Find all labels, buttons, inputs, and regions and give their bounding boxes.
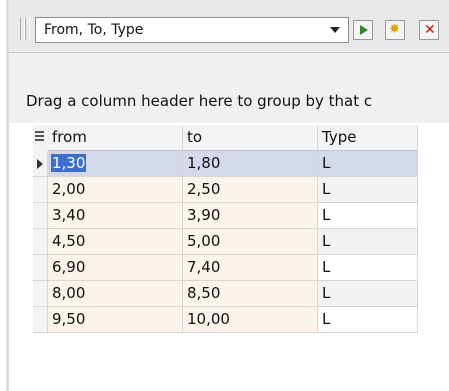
cell-to[interactable]: 8,50 bbox=[183, 281, 318, 307]
filter-combo[interactable]: From, To, Type bbox=[35, 17, 349, 43]
customize-filter-button[interactable]: ✸ bbox=[385, 20, 405, 40]
cell-value: 5,00 bbox=[187, 232, 221, 250]
table-row[interactable]: 6,90 7,40 L bbox=[33, 255, 418, 281]
cell-value: L bbox=[322, 258, 331, 276]
cell-to[interactable]: 10,00 bbox=[183, 307, 318, 333]
cell-from[interactable]: 9,50 bbox=[48, 307, 183, 333]
chevron-down-icon[interactable] bbox=[330, 27, 340, 33]
cell-type[interactable]: L bbox=[318, 281, 418, 307]
column-header-from[interactable]: from bbox=[48, 125, 183, 151]
cell-value: L bbox=[322, 310, 331, 328]
cell-value: L bbox=[322, 206, 331, 224]
row-indicator[interactable] bbox=[33, 307, 48, 333]
table-row[interactable]: 3,40 3,90 L bbox=[33, 203, 418, 229]
row-indicator[interactable] bbox=[33, 151, 48, 177]
cell-value: 7,40 bbox=[187, 258, 221, 276]
cell-value[interactable]: 1,30 bbox=[51, 154, 87, 172]
grid-window: From, To, Type ✸ ✕ Drag a column header … bbox=[9, 0, 449, 391]
table-row[interactable]: 1,30 1,80 L bbox=[33, 151, 418, 177]
cell-value: 2,50 bbox=[187, 180, 221, 198]
row-indicator[interactable] bbox=[33, 255, 48, 281]
column-header-label: Type bbox=[322, 128, 357, 146]
cell-to[interactable]: 7,40 bbox=[183, 255, 318, 281]
cell-value: 10,00 bbox=[187, 310, 230, 328]
cell-type[interactable]: L bbox=[318, 229, 418, 255]
cell-value: 4,50 bbox=[52, 232, 86, 250]
table-row[interactable]: 4,50 5,00 L bbox=[33, 229, 418, 255]
cell-value: 8,00 bbox=[52, 284, 86, 302]
cell-to[interactable]: 2,50 bbox=[183, 177, 318, 203]
table-row[interactable]: 2,00 2,50 L bbox=[33, 177, 418, 203]
apply-filter-button[interactable] bbox=[353, 20, 373, 40]
play-icon bbox=[360, 25, 368, 35]
cell-type[interactable]: L bbox=[318, 307, 418, 333]
cell-value: L bbox=[322, 284, 331, 302]
column-header-type[interactable]: Type bbox=[318, 125, 418, 151]
cell-value: 3,40 bbox=[52, 206, 86, 224]
toolbar-grip-2[interactable] bbox=[25, 18, 30, 40]
cell-from[interactable]: 6,90 bbox=[48, 255, 183, 281]
cell-to[interactable]: 3,90 bbox=[183, 203, 318, 229]
cell-to[interactable]: 5,00 bbox=[183, 229, 318, 255]
column-chooser[interactable] bbox=[33, 125, 48, 151]
cell-from[interactable]: 1,30 bbox=[48, 151, 183, 177]
cell-value: 1,80 bbox=[187, 154, 221, 172]
table-row[interactable]: 9,50 10,00 L bbox=[33, 307, 418, 333]
group-by-hint: Drag a column header here to group by th… bbox=[26, 92, 373, 110]
cell-value: 6,90 bbox=[52, 258, 86, 276]
close-icon: ✕ bbox=[424, 22, 436, 38]
filter-combo-value: From, To, Type bbox=[44, 22, 144, 38]
data-grid: from to Type 1,30 1,80 L 2,00 2,50 L 3,4… bbox=[9, 125, 449, 391]
cell-value: L bbox=[322, 154, 331, 172]
cell-from[interactable]: 8,00 bbox=[48, 281, 183, 307]
row-indicator[interactable] bbox=[33, 203, 48, 229]
row-pointer-icon bbox=[37, 159, 43, 169]
filter-toolbar: From, To, Type ✸ ✕ bbox=[9, 0, 449, 53]
column-header-to[interactable]: to bbox=[183, 125, 318, 151]
row-indicator[interactable] bbox=[33, 229, 48, 255]
cell-to[interactable]: 1,80 bbox=[183, 151, 318, 177]
column-header-label: to bbox=[187, 128, 203, 146]
cell-type[interactable]: L bbox=[318, 151, 418, 177]
cell-value: L bbox=[322, 180, 331, 198]
cell-from[interactable]: 2,00 bbox=[48, 177, 183, 203]
star-icon: ✸ bbox=[389, 22, 400, 37]
cell-from[interactable]: 3,40 bbox=[48, 203, 183, 229]
cell-type[interactable]: L bbox=[318, 177, 418, 203]
cell-value: 9,50 bbox=[52, 310, 86, 328]
cell-type[interactable]: L bbox=[318, 255, 418, 281]
cell-value: 8,50 bbox=[187, 284, 221, 302]
cell-type[interactable]: L bbox=[318, 203, 418, 229]
group-by-panel[interactable]: Drag a column header here to group by th… bbox=[9, 53, 449, 123]
table-row[interactable]: 8,00 8,50 L bbox=[33, 281, 418, 307]
column-chooser-icon bbox=[35, 131, 44, 142]
cell-from[interactable]: 4,50 bbox=[48, 229, 183, 255]
cell-value: L bbox=[322, 232, 331, 250]
cell-value: 2,00 bbox=[52, 180, 86, 198]
clear-filter-button[interactable]: ✕ bbox=[419, 20, 439, 40]
row-indicator[interactable] bbox=[33, 177, 48, 203]
cell-value: 3,90 bbox=[187, 206, 221, 224]
column-header-label: from bbox=[52, 128, 87, 146]
row-indicator[interactable] bbox=[33, 281, 48, 307]
